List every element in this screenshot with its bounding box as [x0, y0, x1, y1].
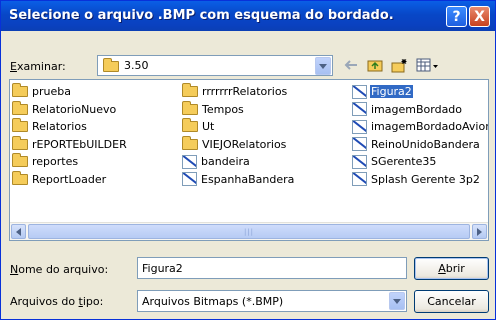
file-name: imagemBordado	[371, 102, 463, 116]
file-list-item[interactable]: rEPORTEbUILDER	[12, 135, 128, 153]
bitmap-file-icon	[352, 84, 367, 99]
file-list-item[interactable]: prueba	[12, 83, 72, 100]
look-in-value: 3.50	[124, 59, 149, 72]
folder-icon	[12, 83, 28, 97]
look-in-label: Examinar:	[10, 60, 66, 73]
file-list-item[interactable]: VIEJORelatorios	[182, 135, 287, 153]
folder-icon	[182, 83, 198, 97]
file-list-item[interactable]: imagemBordado	[352, 101, 463, 118]
help-button[interactable]: ?	[446, 6, 467, 27]
file-type-dropdown-button[interactable]	[389, 292, 405, 310]
file-name: RelatorioNuevo	[32, 102, 117, 116]
file-list-item[interactable]: rrrrrrrRelatorios	[182, 83, 288, 100]
up-folder-icon	[367, 60, 383, 72]
file-name: Splash Gerente 3p2	[371, 172, 480, 186]
chevron-down-icon	[393, 298, 401, 304]
folder-icon	[182, 135, 198, 150]
file-type-label: Arquivos do tipo:	[10, 295, 104, 308]
file-list[interactable]: ||| prueba RelatorioNuevo Relatorios rEPORT…	[9, 79, 489, 241]
file-name: Figura2	[370, 85, 413, 98]
folder-icon	[12, 153, 28, 167]
file-name: ReinoUnidoBandera	[371, 137, 480, 151]
cancel-button[interactable]: Cancelar	[414, 290, 489, 313]
bitmap-file-icon	[352, 137, 367, 151]
new-folder-icon	[391, 58, 406, 72]
dialog-title: Selecione o arquivo .BMP com esquema do …	[9, 8, 394, 23]
open-button[interactable]: Abrir	[414, 257, 489, 280]
back-button[interactable]	[343, 57, 359, 73]
file-list-item[interactable]: SGerente35	[352, 153, 437, 170]
file-name: rrrrrrrRelatorios	[202, 85, 288, 98]
file-name: imagemBordadoAvion	[371, 120, 489, 133]
horizontal-scrollbar[interactable]: |||	[10, 222, 488, 240]
file-name: rEPORTEbUILDER	[32, 137, 127, 151]
scroll-thumb[interactable]: |||	[28, 224, 470, 239]
up-folder-button[interactable]	[366, 57, 384, 73]
file-name: SGerente35	[371, 155, 437, 168]
bitmap-file-icon	[352, 154, 367, 169]
scroll-left-button[interactable]	[11, 224, 26, 239]
folder-icon	[12, 118, 28, 132]
arrow-right-icon	[477, 227, 482, 236]
folder-icon	[12, 170, 28, 185]
view-menu-icon	[416, 58, 438, 72]
file-list-item[interactable]: Figura2	[352, 83, 413, 100]
file-name: Tempos	[202, 102, 244, 116]
folder-icon	[182, 100, 198, 115]
bitmap-file-icon	[352, 102, 367, 116]
folder-icon	[182, 118, 198, 132]
new-folder-button[interactable]	[390, 57, 408, 73]
folder-icon	[103, 58, 119, 72]
file-type-select[interactable]: Arquivos Bitmaps (*.BMP)	[137, 290, 407, 312]
file-name: ReportLoader	[32, 172, 107, 186]
file-list-item[interactable]: reportes	[12, 153, 79, 170]
file-name-input[interactable]: Figura2	[137, 257, 407, 279]
open-file-dialog: Selecione o arquivo .BMP com esquema do …	[0, 0, 496, 320]
file-name: prueba	[32, 85, 71, 98]
chevron-down-icon	[319, 63, 327, 69]
file-name: Ut	[202, 120, 215, 133]
file-name: Relatorios	[32, 120, 87, 133]
arrow-left-icon	[16, 227, 21, 236]
file-name: EspanhaBandera	[201, 172, 295, 186]
file-name: VIEJORelatorios	[202, 137, 287, 151]
look-in-combo[interactable]: 3.50	[97, 55, 333, 76]
file-list-item[interactable]: Tempos	[182, 100, 245, 118]
scroll-right-button[interactable]	[472, 224, 487, 239]
title-bar[interactable]: Selecione o arquivo .BMP com esquema do …	[1, 1, 495, 31]
back-arrow-icon	[344, 60, 357, 70]
file-name-label: Nome do arquivo:	[10, 263, 109, 276]
folder-icon	[12, 100, 28, 115]
file-list-item[interactable]: ReportLoader	[12, 170, 107, 188]
bitmap-file-icon	[352, 172, 367, 186]
file-list-item[interactable]: ReinoUnidoBandera	[352, 136, 481, 153]
file-list-item[interactable]: Ut	[182, 118, 215, 135]
file-list-item[interactable]: RelatorioNuevo	[12, 100, 117, 118]
folder-icon	[12, 135, 28, 150]
file-list-item[interactable]: Splash Gerente 3p2	[352, 171, 481, 188]
close-button[interactable]: X	[469, 6, 490, 27]
file-list-item[interactable]: EspanhaBandera	[182, 171, 295, 188]
file-list-item[interactable]: Relatorios	[12, 118, 88, 135]
bitmap-file-icon	[352, 119, 367, 134]
bitmap-file-icon	[182, 154, 197, 169]
look-in-dropdown-button[interactable]	[315, 57, 331, 75]
bitmap-file-icon	[182, 172, 197, 186]
file-name: bandeira	[201, 155, 250, 168]
file-list-item[interactable]: imagemBordadoAvion	[352, 118, 489, 135]
view-menu-button[interactable]	[415, 57, 439, 73]
file-list-item[interactable]: bandeira	[182, 153, 251, 170]
file-name: reportes	[32, 155, 79, 168]
